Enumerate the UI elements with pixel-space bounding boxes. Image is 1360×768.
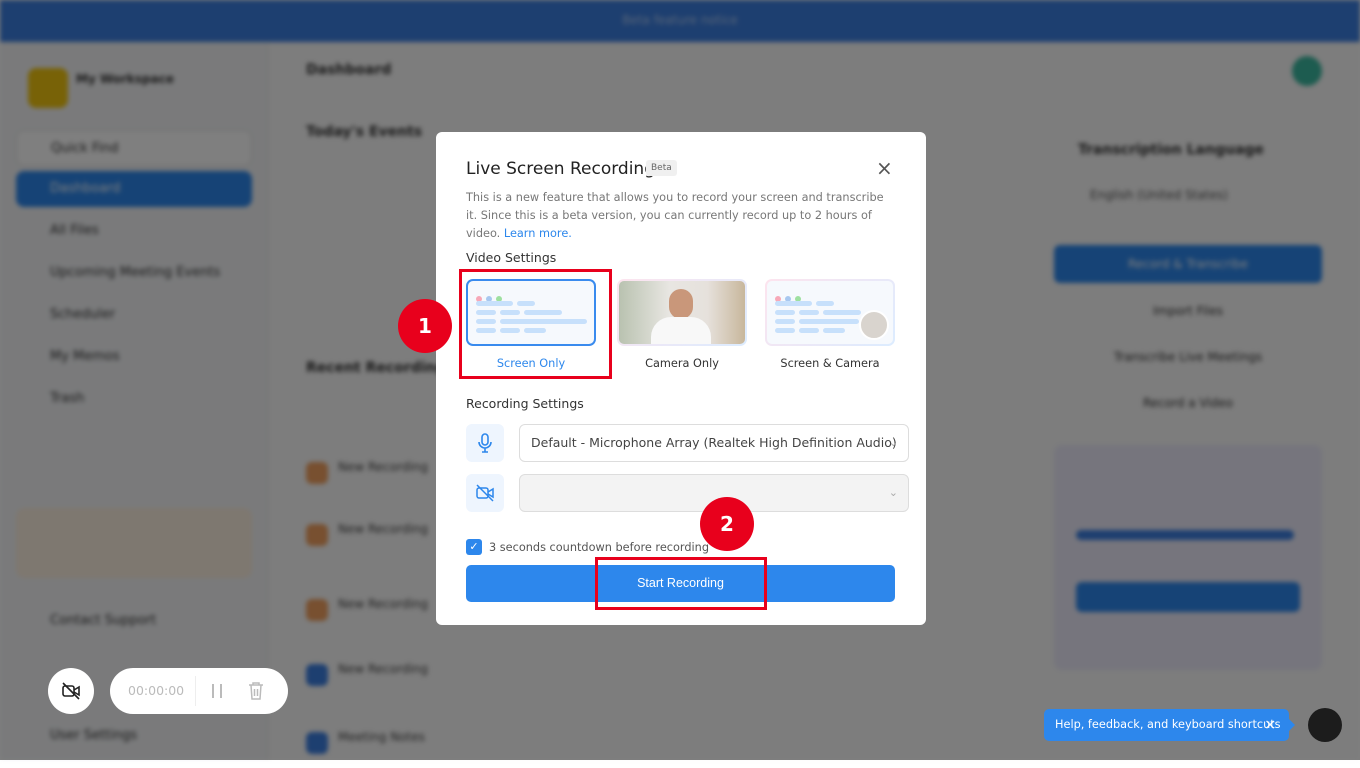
annotation-badge-2: 2 [700, 497, 754, 551]
annotation-box-2 [595, 557, 767, 610]
chevron-down-icon: ⌄ [888, 436, 898, 449]
microphone-value: Default - Microphone Array (Realtek High… [531, 435, 897, 450]
camera-off-icon [62, 682, 80, 700]
dialog-description: This is a new feature that allows you to… [466, 189, 896, 243]
annotation-badge-1: 1 [398, 299, 452, 353]
camera-only-option[interactable] [617, 279, 747, 346]
recording-settings-heading: Recording Settings [466, 396, 584, 411]
help-button[interactable] [1308, 708, 1342, 742]
toggle-camera-button[interactable] [48, 668, 94, 714]
video-settings-heading: Video Settings [466, 250, 557, 265]
avatar [859, 310, 889, 340]
recording-timer: 00:00:00 [128, 683, 185, 698]
countdown-checkbox[interactable]: ✓ [466, 539, 482, 555]
help-tooltip-text: Help, feedback, and keyboard shortcuts [1055, 718, 1281, 731]
trash-icon[interactable] [248, 681, 264, 700]
camera-off-icon [466, 474, 504, 512]
camera-person-image [619, 281, 745, 344]
countdown-label[interactable]: 3 seconds countdown before recording [489, 541, 709, 554]
screen-camera-preview-icon [767, 281, 893, 344]
screen-and-camera-option[interactable] [765, 279, 895, 346]
recorder-controls: 00:00:00 [110, 668, 288, 714]
divider [195, 676, 196, 706]
beta-badge: Beta [646, 160, 677, 176]
learn-more-link[interactable]: Learn more. [504, 227, 572, 240]
help-tooltip: Help, feedback, and keyboard shortcuts × [1044, 709, 1295, 741]
camera-only-label[interactable]: Camera Only [617, 357, 747, 370]
microphone-icon [466, 424, 504, 462]
chevron-down-icon: ⌄ [888, 486, 898, 499]
dialog-title: Live Screen Recording [466, 159, 655, 179]
close-icon[interactable]: × [1264, 709, 1276, 741]
annotation-box-1 [459, 269, 612, 379]
screen-and-camera-label[interactable]: Screen & Camera [765, 357, 895, 370]
microphone-select[interactable]: Default - Microphone Array (Realtek High… [519, 424, 909, 462]
close-icon[interactable]: × [876, 156, 893, 180]
pause-icon[interactable] [212, 684, 222, 698]
